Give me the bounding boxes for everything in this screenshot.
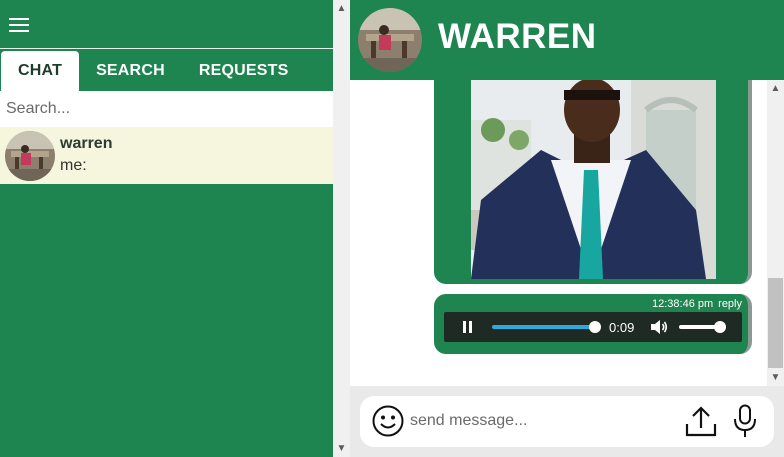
messages-scrollbar[interactable]: ▲ ▼ xyxy=(767,80,784,386)
reply-link[interactable]: reply xyxy=(718,298,742,310)
upload-icon[interactable] xyxy=(684,404,718,438)
chat-panel: WARREN 12:38:46 pm reply 0:09 ▲ ▼ send m… xyxy=(350,0,784,457)
contact-text: warren me: xyxy=(60,135,112,175)
contact-name: warren xyxy=(60,134,113,152)
sidebar: CHAT SEARCH REQUESTS warre xyxy=(0,0,333,457)
contact-item[interactable]: warren me: xyxy=(0,127,333,184)
audio-seek-bar[interactable] xyxy=(492,325,595,329)
scroll-down-icon[interactable]: ▼ xyxy=(333,440,350,457)
contact-avatar xyxy=(5,130,55,181)
scroll-up-icon[interactable]: ▲ xyxy=(333,0,350,17)
chat-title: WARREN xyxy=(438,17,597,56)
volume-icon[interactable] xyxy=(650,319,668,335)
volume-thumb[interactable] xyxy=(714,321,726,333)
scroll-up-icon[interactable]: ▲ xyxy=(767,80,784,97)
message-list: 12:38:46 pm reply 0:09 xyxy=(350,80,767,386)
pause-icon[interactable] xyxy=(462,321,473,333)
audio-elapsed: 0:09 xyxy=(609,320,635,335)
audio-message: 12:38:46 pm reply 0:09 xyxy=(434,294,752,354)
contact-last-message: me: xyxy=(60,156,87,174)
app-root: CHAT SEARCH REQUESTS warre xyxy=(0,0,784,457)
smiley-icon[interactable] xyxy=(372,405,404,437)
scroll-down-icon[interactable]: ▼ xyxy=(767,369,784,386)
tab-search[interactable]: SEARCH xyxy=(79,51,182,91)
search-box xyxy=(0,91,333,127)
chat-header: WARREN xyxy=(350,0,784,80)
tab-chat[interactable]: CHAT xyxy=(1,51,80,91)
search-input[interactable] xyxy=(0,91,333,127)
composer xyxy=(360,396,774,447)
audio-player: 0:09 xyxy=(444,312,742,342)
chat-avatar xyxy=(358,8,422,72)
tab-requests[interactable]: REQUESTS xyxy=(182,51,306,91)
audio-seek-thumb[interactable] xyxy=(589,321,601,333)
sidebar-topbar xyxy=(0,0,333,49)
microphone-icon[interactable] xyxy=(732,404,758,438)
image-message xyxy=(434,80,752,284)
menu-icon[interactable] xyxy=(9,18,29,32)
sidebar-scrollbar[interactable]: ▲ ▼ xyxy=(333,0,350,457)
audio-meta: 12:38:46 pm reply xyxy=(652,298,742,310)
message-input[interactable] xyxy=(410,408,670,434)
composer-bar xyxy=(350,386,784,457)
message-photo[interactable] xyxy=(471,80,716,279)
message-timestamp: 12:38:46 pm xyxy=(652,298,714,310)
sidebar-tabs: CHAT SEARCH REQUESTS xyxy=(0,49,333,91)
scrollbar-thumb[interactable] xyxy=(768,278,783,368)
